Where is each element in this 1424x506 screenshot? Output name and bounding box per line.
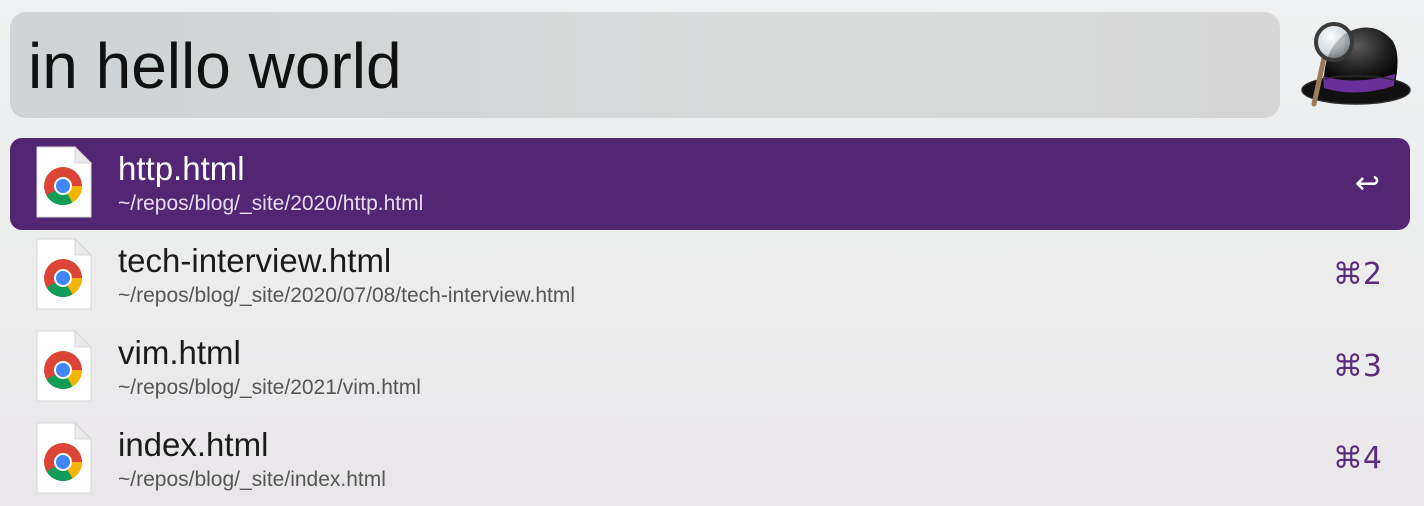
search-bar[interactable] (10, 12, 1280, 118)
result-title: vim.html (118, 334, 241, 371)
shortcut-hint: ⌘2 (1332, 257, 1382, 292)
alfred-window: http.html ~/repos/blog/_site/2020/http.h… (0, 0, 1424, 506)
result-title: tech-interview.html (118, 242, 392, 279)
shortcut-hint: ⌘4 (1332, 441, 1382, 476)
result-item-index[interactable]: index.html ~/repos/blog/_site/index.html… (10, 414, 1410, 506)
chrome-html-file-icon (35, 145, 93, 219)
search-input[interactable] (28, 26, 1228, 106)
results-list: http.html ~/repos/blog/_site/2020/http.h… (10, 138, 1410, 506)
result-title: index.html (118, 426, 269, 463)
result-item-tech-interview[interactable]: tech-interview.html ~/repos/blog/_site/2… (10, 230, 1410, 322)
chrome-html-file-icon (35, 329, 93, 403)
result-item-vim[interactable]: vim.html ~/repos/blog/_site/2021/vim.htm… (10, 322, 1410, 414)
result-path: ~/repos/blog/_site/2021/vim.html (118, 376, 421, 399)
result-path: ~/repos/blog/_site/index.html (118, 468, 386, 491)
alfred-hat-magnifier-icon (1296, 18, 1412, 110)
result-path: ~/repos/blog/_site/2020/http.html (118, 192, 424, 215)
chrome-html-file-icon (35, 421, 93, 495)
result-title: http.html (118, 150, 245, 187)
return-key-icon: ↩ (1354, 166, 1380, 201)
shortcut-hint: ⌘3 (1332, 349, 1382, 384)
chrome-html-file-icon (35, 237, 93, 311)
result-item-http[interactable]: http.html ~/repos/blog/_site/2020/http.h… (10, 138, 1410, 230)
result-path: ~/repos/blog/_site/2020/07/08/tech-inter… (118, 284, 576, 307)
